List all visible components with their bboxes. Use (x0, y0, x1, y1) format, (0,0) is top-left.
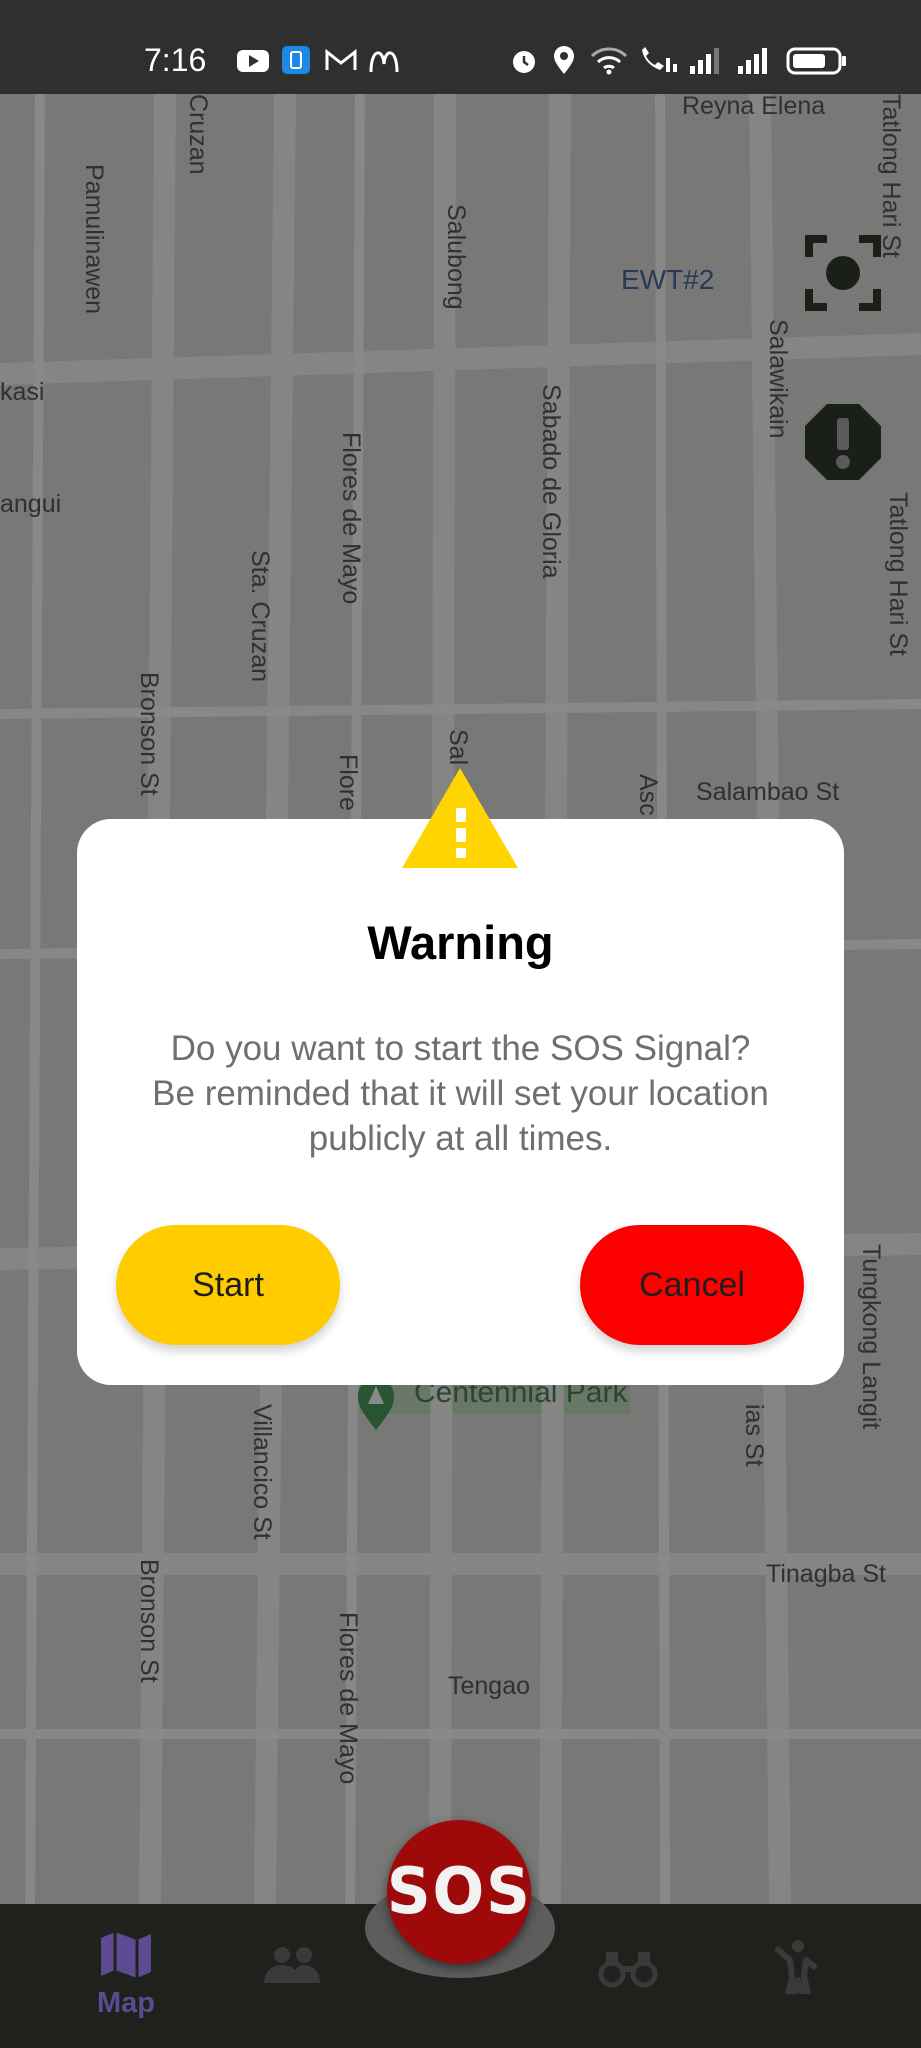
street-label: Sabado de Gloria (537, 384, 565, 579)
warning-icon (402, 768, 518, 868)
street-label: Salubong (442, 204, 470, 310)
street-label: Reyna Elena (682, 94, 826, 120)
app-icon (282, 46, 310, 74)
street-label: Cruzan (184, 94, 212, 175)
exclamation-icon[interactable] (803, 402, 883, 482)
status-bar: 7:16 (0, 0, 921, 94)
dialog-title: Warning (367, 916, 554, 969)
street-label: Flores de Mayo (334, 1612, 362, 1785)
street-label: kasi (0, 378, 45, 406)
map-icon (101, 1932, 151, 1978)
sos-button[interactable]: SOS (387, 1820, 531, 1964)
nav-label-map: Map (97, 1987, 155, 2019)
street-label: angui (0, 490, 62, 518)
dialog-message: Do you want to start the SOS Signal? Be … (152, 1029, 769, 1158)
street-label: Flores de Mayo (337, 432, 365, 605)
start-button[interactable]: Start (116, 1225, 340, 1345)
street-label: Villancico St (248, 1404, 276, 1540)
street-label: Tinagba St (766, 1560, 886, 1588)
street-label: Flore (334, 754, 362, 811)
alarm-icon (513, 51, 535, 73)
street-label: ias St (740, 1404, 768, 1467)
street-label: Salambao St (696, 778, 840, 806)
street-label: Sal (444, 729, 472, 766)
nav-item-map[interactable]: Map (86, 1930, 166, 2020)
nav-item-binoculars[interactable] (598, 1950, 658, 1993)
location-icon (554, 46, 574, 74)
street-label: Tungkong Langit (857, 1244, 885, 1430)
mcdonalds-icon (369, 51, 399, 73)
volte-call-icon (642, 47, 677, 72)
cancel-button[interactable]: Cancel (580, 1225, 804, 1345)
street-label: Pamulinawen (80, 164, 108, 315)
signal-icon (738, 48, 767, 74)
street-label: Salawikain (764, 319, 792, 439)
status-time: 7:16 (144, 42, 207, 78)
battery-icon (786, 47, 846, 75)
street-label: Asc (634, 774, 662, 816)
binoculars-icon (598, 1952, 658, 1988)
people-icon (264, 1947, 320, 1983)
signal-icon (690, 48, 719, 74)
street-label: Tengao (448, 1672, 531, 1700)
street-label: Tatlong Hari St (884, 492, 912, 656)
sos-label: SOS (386, 1855, 532, 1929)
street-label: Bronson St (135, 1559, 163, 1683)
wifi-icon (590, 47, 628, 75)
street-label: Bronson St (135, 672, 163, 796)
map-poi-label: EWT#2 (621, 264, 715, 295)
gmail-icon (325, 48, 357, 70)
street-label: Sta. Cruzan (246, 550, 274, 683)
warning-dialog: Warning Do you want to start the SOS Sig… (77, 819, 844, 1385)
focus-camera-icon[interactable] (803, 233, 883, 313)
youtube-icon (237, 50, 269, 72)
nav-item-person[interactable] (772, 1938, 822, 1999)
person-waving-icon (774, 1940, 818, 1997)
nav-item-people[interactable] (262, 1945, 322, 1990)
